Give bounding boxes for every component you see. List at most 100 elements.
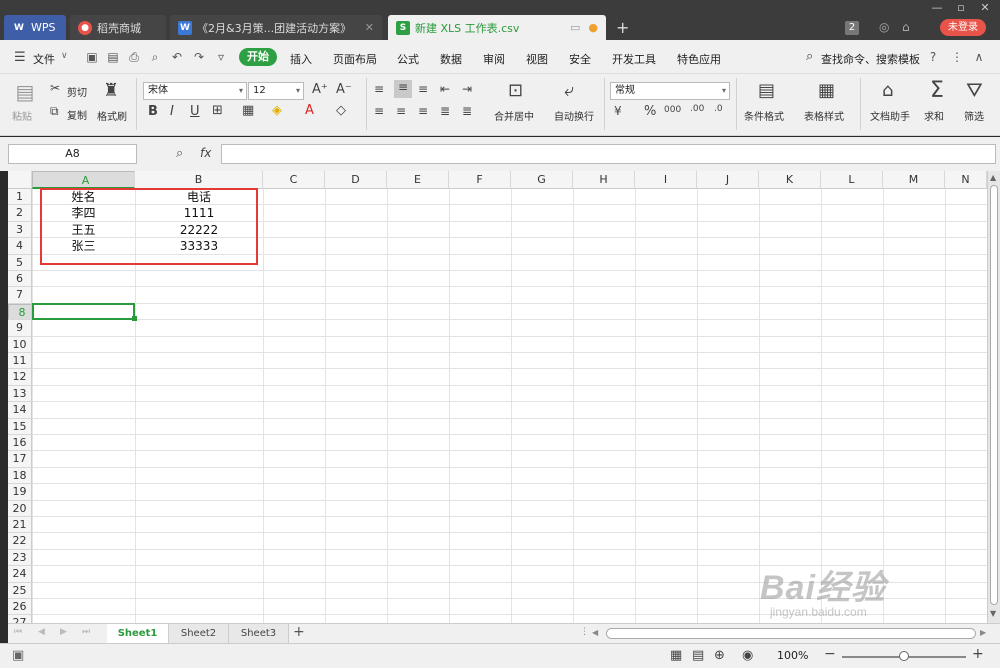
spreadsheet-grid[interactable]: A B C D E F G H I J K L M N 姓名 电话 李四 111… — [8, 171, 987, 623]
next-sheet-icon[interactable]: ▶ — [60, 627, 67, 637]
align-right-icon[interactable]: ≡ — [418, 104, 428, 118]
skin-icon[interactable]: ◎ — [879, 20, 889, 34]
row-header[interactable]: 1 — [8, 189, 32, 206]
row-header[interactable]: 15 — [8, 418, 32, 435]
fill-pattern-icon[interactable]: ▦ — [242, 103, 254, 118]
column-header[interactable]: K — [759, 171, 821, 189]
tab-close-icon[interactable]: ✕ — [365, 21, 374, 34]
column-header[interactable]: F — [449, 171, 511, 189]
italic-icon[interactable]: I — [170, 104, 174, 119]
column-header[interactable]: J — [697, 171, 759, 189]
menu-special[interactable]: 特色应用 — [677, 51, 721, 67]
help-icon[interactable]: ? — [926, 50, 940, 64]
bold-icon[interactable]: B — [148, 104, 158, 119]
row-header[interactable]: 20 — [8, 500, 32, 517]
maximize-icon[interactable]: ▫ — [950, 0, 972, 16]
page-layout-view-icon[interactable]: ▤ — [692, 648, 704, 663]
first-sheet-icon[interactable]: ⏮ — [14, 627, 22, 637]
row-header[interactable]: 16 — [8, 435, 32, 452]
zoom-slider-thumb[interactable] — [899, 651, 909, 661]
last-sheet-icon[interactable]: ⏭ — [82, 627, 90, 637]
select-all-corner[interactable] — [8, 171, 32, 189]
row-header[interactable]: 19 — [8, 484, 32, 501]
sheet-tab-sheet3[interactable]: Sheet3 — [229, 624, 289, 643]
shirt-icon[interactable]: ⌂ — [902, 20, 910, 34]
customize-dropdown-icon[interactable]: ▿ — [214, 50, 228, 64]
row-header[interactable]: 8 — [8, 303, 32, 321]
command-search[interactable]: 查找命令、搜索模板 — [821, 51, 920, 67]
merge-center-icon[interactable]: ⊡ — [508, 80, 523, 101]
split-handle-icon[interactable]: ⋮ — [580, 627, 589, 637]
row-header[interactable]: 13 — [8, 385, 32, 403]
zoom-out-icon[interactable]: − — [824, 646, 836, 662]
font-name-select[interactable]: 宋体 ▾ — [143, 82, 247, 100]
font-color-icon[interactable]: A — [305, 103, 314, 118]
row-header[interactable]: 12 — [8, 369, 32, 386]
align-center-icon[interactable]: ≡ — [396, 104, 406, 118]
login-button[interactable]: 未登录 — [940, 19, 986, 36]
menu-developer[interactable]: 开发工具 — [612, 51, 656, 67]
row-header[interactable]: 6 — [8, 271, 32, 288]
scroll-thumb[interactable] — [990, 185, 998, 605]
table-style-icon[interactable]: ▦ — [818, 80, 835, 101]
minimize-icon[interactable]: — — [926, 0, 948, 16]
zoom-magnifier-icon[interactable]: ⌕ — [176, 146, 183, 161]
increase-decimal-icon[interactable]: .00 — [690, 104, 704, 114]
menu-view[interactable]: 视图 — [526, 51, 548, 67]
decrease-font-icon[interactable]: A⁻ — [336, 82, 352, 97]
auto-wrap-button[interactable]: 自动换行 — [554, 108, 594, 123]
menu-insert[interactable]: 插入 — [290, 51, 312, 67]
export-pdf-icon[interactable]: ▤ — [106, 50, 120, 64]
align-bottom-icon[interactable]: ≡ — [418, 82, 428, 96]
column-header[interactable]: M — [883, 171, 945, 189]
redo-icon[interactable]: ↷ — [192, 50, 206, 64]
column-header[interactable]: A — [32, 171, 135, 189]
clear-icon[interactable]: ◇ — [336, 103, 346, 118]
new-tab-button[interactable]: + — [616, 18, 629, 37]
percent-icon[interactable]: % — [644, 104, 656, 119]
decrease-decimal-icon[interactable]: .0 — [714, 104, 723, 114]
paste-button[interactable]: 粘贴 — [12, 108, 32, 123]
sum-button[interactable]: 求和 — [924, 108, 944, 123]
conditional-format-button[interactable]: 条件格式 — [744, 108, 784, 123]
close-icon[interactable]: ✕ — [974, 0, 996, 16]
menu-file[interactable]: 文件 — [33, 51, 55, 67]
format-painter-icon[interactable]: ♜ — [103, 80, 119, 101]
tab-docer-store[interactable]: ● 稻壳商城 — [70, 15, 166, 40]
doc-assistant-icon[interactable]: ⌂ — [882, 80, 893, 101]
align-left-icon[interactable]: ≡ — [374, 104, 384, 118]
window-count-badge[interactable]: 2 — [845, 21, 859, 35]
row-header[interactable]: 5 — [8, 254, 32, 271]
row-header[interactable]: 26 — [8, 599, 32, 616]
collapse-ribbon-icon[interactable]: ∧ — [972, 50, 986, 64]
column-header[interactable]: H — [573, 171, 635, 189]
row-header[interactable]: 14 — [8, 402, 32, 419]
save-icon[interactable]: ▣ — [85, 50, 99, 64]
scissors-icon[interactable]: ✂ — [50, 81, 60, 95]
indent-increase-icon[interactable]: ⇥ — [462, 82, 472, 96]
row-header[interactable]: 24 — [8, 566, 32, 583]
menu-formulas[interactable]: 公式 — [397, 51, 419, 67]
tab-window-icon[interactable]: ▭ — [570, 21, 580, 34]
eye-protection-icon[interactable]: ◉ — [742, 648, 753, 663]
column-header[interactable]: N — [945, 171, 987, 189]
print-icon[interactable]: ⎙ — [127, 50, 141, 64]
filter-icon[interactable]: ⛛ — [966, 78, 983, 102]
row-header[interactable]: 10 — [8, 336, 32, 353]
scroll-left-icon[interactable]: ◀ — [592, 628, 598, 637]
row-header[interactable]: 22 — [8, 533, 32, 550]
underline-icon[interactable]: U — [190, 104, 200, 119]
menu-data[interactable]: 数据 — [440, 51, 462, 67]
prev-sheet-icon[interactable]: ◀ — [38, 627, 45, 637]
print-preview-icon[interactable]: ⌕ — [148, 50, 162, 64]
horizontal-scrollbar[interactable] — [606, 628, 976, 639]
row-header[interactable]: 27 — [8, 615, 32, 623]
format-painter-button[interactable]: 格式刷 — [97, 108, 127, 123]
row-header[interactable]: 18 — [8, 467, 32, 485]
fx-icon[interactable]: fx — [200, 146, 211, 160]
column-header[interactable]: B — [135, 171, 263, 189]
merge-center-button[interactable]: 合并居中 — [494, 108, 534, 123]
copy-icon[interactable]: ⧉ — [50, 104, 59, 119]
distribute-icon[interactable]: ≣ — [462, 104, 472, 118]
row-header[interactable]: 23 — [8, 549, 32, 567]
